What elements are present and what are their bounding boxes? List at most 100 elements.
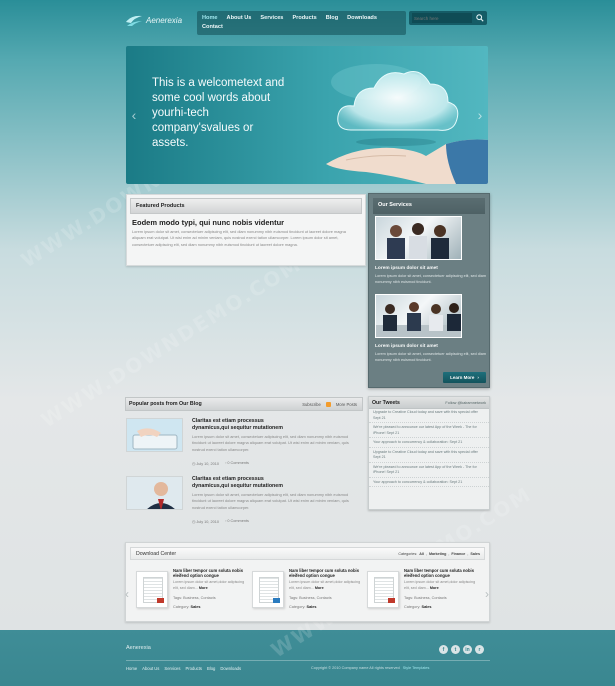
post-text: Lorem ipsum dolor sit amet, consectetuer… (192, 434, 349, 452)
hero-banner: This is a welcometext and some cool word… (126, 46, 488, 184)
footer-divider (126, 660, 490, 661)
services-heading: Our Services (373, 198, 485, 214)
download-center-panel: Download Center Categories: All, Marketi… (125, 542, 490, 622)
rss-icon[interactable] (325, 402, 331, 407)
tweet-item: Your approach to concurrency & collabora… (369, 479, 489, 487)
linkedin-icon[interactable]: in (463, 645, 472, 654)
post-thumbnail-businessman[interactable] (126, 476, 183, 510)
download-category: Category: Sales (404, 605, 432, 609)
download-title[interactable]: Nam liber tempor cum soluta nobis eleife… (404, 568, 479, 578)
logo-icon (126, 15, 142, 26)
learn-more-label: Learn More (450, 375, 475, 380)
nav-item-blog[interactable]: Blog (326, 14, 338, 22)
download-item: Nam liber tempor cum soluta nobis eleife… (136, 568, 248, 623)
download-tags: Tags: Business, Contacts (289, 596, 332, 600)
tweet-item: Upgrade to Creative Cloud today and save… (369, 449, 489, 463)
download-title[interactable]: Nam liber tempor cum soluta nobis eleife… (173, 568, 248, 578)
twitter-icon[interactable]: t (451, 645, 460, 654)
featured-text: Lorem ipsum dolor sit amet, consectetuer… (132, 229, 346, 247)
nav-item-downloads[interactable]: Downloads (347, 14, 377, 22)
tweet-item: We're pleased to announce our latest App… (369, 424, 489, 438)
copyright: Copyright © 2010 Company name All rights… (311, 666, 430, 670)
search-button[interactable] (474, 12, 486, 24)
tweet-item: We're pleased to announce our latest App… (369, 464, 489, 478)
search-input[interactable] (412, 13, 472, 23)
category-filter[interactable]: Finance (451, 552, 465, 556)
category-filter[interactable]: Sales (470, 552, 480, 556)
file-type-icon (273, 598, 280, 603)
download-center-heading: Download Center (136, 551, 177, 557)
logo[interactable]: Aenerexia (125, 10, 187, 30)
search-icon (476, 14, 484, 22)
post-text: Lorem ipsum dolor sit amet, consectetuer… (192, 492, 349, 510)
post-date: ◷ July 10, 2010 (192, 462, 219, 466)
file-type-icon (388, 598, 395, 603)
slider-prev-arrow[interactable]: ‹ (129, 106, 139, 124)
nav-item-products[interactable]: Products (292, 14, 316, 22)
search-bar (409, 11, 487, 25)
footer-link-about-us[interactable]: About Us (142, 666, 159, 671)
download-category: Category: Sales (173, 605, 201, 609)
footer-link-downloads[interactable]: Downloads (220, 666, 241, 671)
download-desc: Lorem ipsum dolor sit amet,dolor adipisc… (173, 580, 245, 590)
main-nav: Home About Us Services Products Blog Download… (197, 11, 406, 35)
tweet-item: Your approach to concurrency & collabora… (369, 439, 489, 448)
document-thumbnail[interactable] (252, 571, 284, 608)
carousel-next-arrow[interactable]: › (485, 587, 489, 601)
post-date: ◷ July 10, 2010 (192, 520, 219, 524)
rss-icon[interactable]: r (475, 645, 484, 654)
tweets-panel: Our Tweets Follow @kairamnetwork Upgrade… (368, 396, 490, 510)
more-link[interactable]: More (199, 586, 208, 590)
category-link[interactable]: Sales (422, 605, 432, 609)
document-thumbnail[interactable] (367, 571, 399, 608)
download-title[interactable]: Nam liber tempor cum soluta nobis eleife… (289, 568, 364, 578)
more-posts-link[interactable]: More Posts (336, 402, 357, 407)
featured-title[interactable]: Eodem modo typi, qui nunc nobis videntur (132, 218, 365, 227)
category-filter[interactable]: All (419, 552, 424, 556)
category-filter[interactable]: Marketing (429, 552, 446, 556)
cloud-hand-illustration (326, 64, 488, 184)
featured-products-panel: Featured Products Eodem modo typi, qui n… (126, 194, 366, 266)
category-link[interactable]: Sales (191, 605, 201, 609)
download-tags: Tags: Business, Contacts (173, 596, 216, 600)
post-comments[interactable]: ▫ 0 Comments (225, 461, 249, 466)
footer-link-blog[interactable]: Blog (207, 666, 215, 671)
footer-link-products[interactable]: Products (185, 666, 202, 671)
blog-heading: Popular posts from Our Blog (129, 401, 202, 407)
facebook-icon[interactable]: f (439, 645, 448, 654)
service-photo-meeting[interactable] (375, 294, 462, 338)
post-comments[interactable]: ▫ 0 Comments (225, 519, 249, 524)
more-link[interactable]: More (315, 586, 324, 590)
document-thumbnail[interactable] (136, 571, 168, 608)
download-categories: Categories: All, Marketing, Finance, Sal… (398, 552, 480, 556)
service-text: Lorem ipsum dolor sit amet, consectetuer… (375, 274, 487, 284)
blog-header: Popular posts from Our Blog Subscribe Mo… (125, 397, 363, 411)
carousel-prev-arrow[interactable]: ‹ (125, 587, 129, 601)
subscribe-link[interactable]: Subscribe (302, 402, 321, 407)
arrow-right-icon: › (477, 375, 479, 380)
download-tags: Tags: Business, Contacts (404, 596, 447, 600)
hero-text: This is a welcometext and some cool word… (152, 77, 285, 149)
post-thumbnail-keyboard[interactable] (126, 418, 183, 452)
download-desc: Lorem ipsum dolor sit amet,dolor adipisc… (404, 580, 476, 590)
post-title[interactable]: Claritas est etiam processus dynamicus,q… (192, 476, 302, 489)
download-category: Category: Sales (289, 605, 317, 609)
category-link[interactable]: Sales (307, 605, 317, 609)
footer-link-home[interactable]: Home (126, 666, 137, 671)
download-desc: Lorem ipsum dolor sit amet,dolor adipisc… (289, 580, 361, 590)
nav-item-about-us[interactable]: About Us (227, 14, 252, 22)
post-title[interactable]: Claritas est etiam processus dynamicus,q… (192, 418, 302, 431)
nav-item-home[interactable]: Home (202, 14, 218, 22)
more-link[interactable]: More (430, 586, 439, 590)
follow-link[interactable]: Follow @kairamnetwork (445, 401, 486, 405)
nav-item-services[interactable]: Services (260, 14, 283, 22)
credit-link[interactable]: Style Templates (403, 666, 430, 670)
learn-more-button[interactable]: Learn More › (443, 372, 486, 383)
footer-link-services[interactable]: Services (164, 666, 180, 671)
nav-item-contact[interactable]: Contact (202, 23, 223, 31)
service-title[interactable]: Lorem ipsum dolor sit amet (375, 266, 438, 271)
service-photo-team[interactable] (375, 216, 462, 260)
service-title[interactable]: Lorem ipsum dolor sit amet (375, 344, 438, 349)
file-type-icon (157, 598, 164, 603)
services-panel: Our Services Lorem ipsum dolor sit amet … (368, 193, 490, 388)
